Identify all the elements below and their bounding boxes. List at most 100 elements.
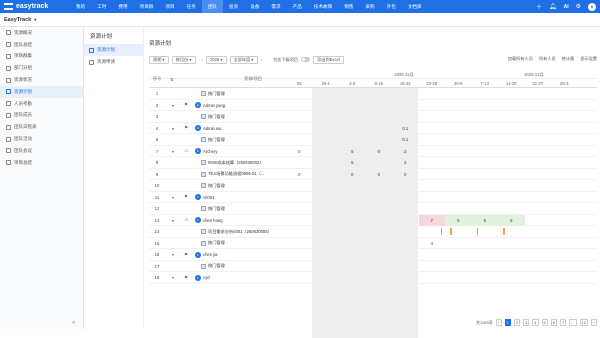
sidebar-item[interactable]: 项目总结	[0, 157, 83, 169]
sidebar-item[interactable]: 团队活动	[0, 133, 83, 145]
expand-arrow-icon[interactable]: ▾	[172, 272, 174, 284]
nav-item[interactable]: 技术故障	[308, 0, 338, 13]
page-button[interactable]: 2	[513, 319, 521, 326]
table-row[interactable]: 4 ▾ ⚑ A Admin wu 0.1	[149, 123, 597, 135]
nav-item[interactable]: 需求	[265, 0, 286, 13]
settings-icon[interactable]: ⚙	[576, 3, 581, 10]
next-page-button[interactable]: ›	[591, 319, 597, 326]
row-name-label: 按门管理	[208, 263, 225, 269]
right-tool-link[interactable]: 统计量	[562, 56, 575, 62]
page-button[interactable]: 4	[532, 319, 539, 326]
workspace-title[interactable]: EasyTrack	[4, 17, 31, 23]
page-button[interactable]: 3	[523, 319, 530, 326]
right-tool-link[interactable]: 加载所有人员	[508, 56, 533, 62]
nav-item[interactable]: 投资	[223, 0, 244, 13]
next-year-icon[interactable]: ›	[261, 57, 262, 62]
expand-arrow-icon[interactable]: ▾	[172, 215, 174, 227]
table-row[interactable]: 15 按门管理 4	[149, 238, 597, 249]
view-select[interactable]: 按月份 ▾	[171, 55, 196, 64]
table-row[interactable]: 8 0530成本核算（250530002） 5 2	[149, 157, 597, 169]
table-row[interactable]: 10 按门管理	[149, 180, 597, 192]
sidebar-item[interactable]: 资源概况	[0, 27, 83, 39]
page-button[interactable]: ...	[569, 319, 577, 326]
range-select[interactable]: 全部年度 ▾	[229, 55, 258, 64]
page-button[interactable]: 12	[579, 319, 588, 326]
table-row[interactable]: 3 按门管理	[149, 111, 597, 123]
prev-page-button[interactable]: ‹	[495, 319, 502, 326]
nav-item[interactable]: 文档库	[402, 0, 428, 13]
sidebar-item[interactable]: 资源计划	[0, 85, 83, 98]
include-sub-toggle[interactable]	[301, 57, 311, 62]
nav-item[interactable]: 产品	[287, 0, 308, 13]
person-name: c chen hong	[195, 215, 223, 227]
page-button[interactable]: 6	[550, 319, 557, 326]
nav-item[interactable]: 销售	[338, 0, 359, 13]
expand-arrow-icon[interactable]: ▾	[172, 100, 174, 112]
collapse-sidebar-icon[interactable]: «	[72, 320, 75, 326]
person-name: A Archery	[195, 146, 217, 158]
page-button[interactable]: 1	[504, 319, 511, 326]
table-row[interactable]: 1 按门管理	[149, 88, 597, 100]
nav-item[interactable]: 我的	[70, 0, 91, 13]
subnav-item[interactable]: 资源申请	[84, 56, 143, 68]
expand-arrow-icon[interactable]: ▾	[172, 192, 174, 204]
sidebar-item[interactable]: 资源状况	[0, 74, 83, 86]
table-row[interactable]: 18 ▾ ⚑ c cyd	[149, 272, 597, 284]
table-row[interactable]: 12 按门管理	[149, 203, 597, 215]
sidebar-item[interactable]: 项目群集	[0, 51, 83, 63]
sub-nav: 资源计划 资源计划 资源申请	[84, 27, 144, 329]
table-row[interactable]: 16 ▾ ⚑ c chen jia	[149, 249, 597, 261]
right-tool-link[interactable]: 显示设置	[580, 56, 597, 62]
nav-item[interactable]: 工时	[91, 0, 112, 13]
row-number: 10	[154, 183, 160, 189]
month-header: 2025-12月	[524, 71, 544, 77]
table-row[interactable]: 7 ▾ ⚠ A Archery 0 5 0 2	[149, 146, 597, 158]
load-cell: 0.1	[402, 125, 409, 131]
nav-item[interactable]: 任务	[181, 0, 202, 13]
page-button[interactable]: 5	[541, 319, 548, 326]
right-tool-link[interactable]: 所有人员	[539, 56, 556, 62]
sidebar: 资源概况 团队总结 项目群集 部门分组 资源状况 资源计划 人员考勤 团队成员 团队日程表 团队活…	[0, 27, 84, 329]
sidebar-item[interactable]: 团队日程表	[0, 121, 83, 133]
row-name-label: Archery	[203, 148, 218, 154]
nav-item[interactable]: 费用	[112, 0, 133, 13]
prev-year-icon[interactable]: ‹	[202, 57, 203, 62]
table-row[interactable]: 11 ▾ ⚑ c ch001	[149, 192, 597, 204]
sidebar-item[interactable]: 部门分组	[0, 62, 83, 74]
ai-icon[interactable]: AI	[564, 4, 569, 10]
nav-item[interactable]: 项目群	[134, 0, 160, 13]
nav-item[interactable]: 团队	[201, 0, 224, 13]
table-row[interactable]: 14 项目需求分析0301（250530005）	[149, 226, 597, 238]
chevron-down-icon[interactable]: ▾	[34, 17, 36, 22]
table-row[interactable]: 13 ▾ ⚠ c chen hong 7 5 5 5	[149, 214, 597, 227]
year-select[interactable]: 2025 ▾	[205, 55, 227, 64]
load-cell: 0	[298, 171, 301, 177]
nav-item[interactable]: 采购	[359, 0, 380, 13]
person-avatar: c	[195, 251, 201, 258]
export-button[interactable]: 导出到Excel	[313, 55, 344, 64]
unit-select[interactable]: 周期 ▾	[149, 55, 169, 64]
nav-item[interactable]: 设备	[244, 0, 265, 13]
week-header: 14-20	[505, 81, 517, 86]
sidebar-item[interactable]: 团队会议	[0, 145, 83, 157]
expand-arrow-icon[interactable]: ▾	[172, 249, 174, 261]
page-button[interactable]: 7	[559, 319, 567, 326]
nav-item[interactable]: 外包	[381, 0, 402, 13]
sidebar-item[interactable]: 团队总结	[0, 39, 83, 51]
app-logo[interactable]: easytrack	[0, 3, 70, 10]
sidebar-item[interactable]: 人员考勤	[0, 98, 83, 110]
nav-item[interactable]: 项目	[159, 0, 180, 13]
subnav-item[interactable]: 资源计划	[84, 44, 143, 56]
sidebar-item[interactable]: 团队成员	[0, 110, 83, 122]
table-row[interactable]: 2 ▾ ⚑ A Admin yang	[149, 100, 597, 112]
table-row[interactable]: 6 按门管理 0.1	[149, 134, 597, 146]
subnav-item-label: 资源计划	[97, 47, 115, 52]
user-avatar[interactable]: ●	[588, 2, 596, 11]
task-name: TEA场景功能流程0506-01（...	[201, 169, 264, 181]
expand-arrow-icon[interactable]: ▾	[172, 146, 174, 158]
table-row[interactable]: 17 按门管理	[149, 261, 597, 272]
add-icon[interactable]: ＋	[536, 2, 542, 11]
table-row[interactable]: 9 TEA场景功能流程0506-01（... 0 0 0 0	[149, 169, 597, 181]
expand-arrow-icon[interactable]: ▾	[172, 123, 174, 135]
notification-icon[interactable]: 🔔︎	[549, 3, 557, 10]
